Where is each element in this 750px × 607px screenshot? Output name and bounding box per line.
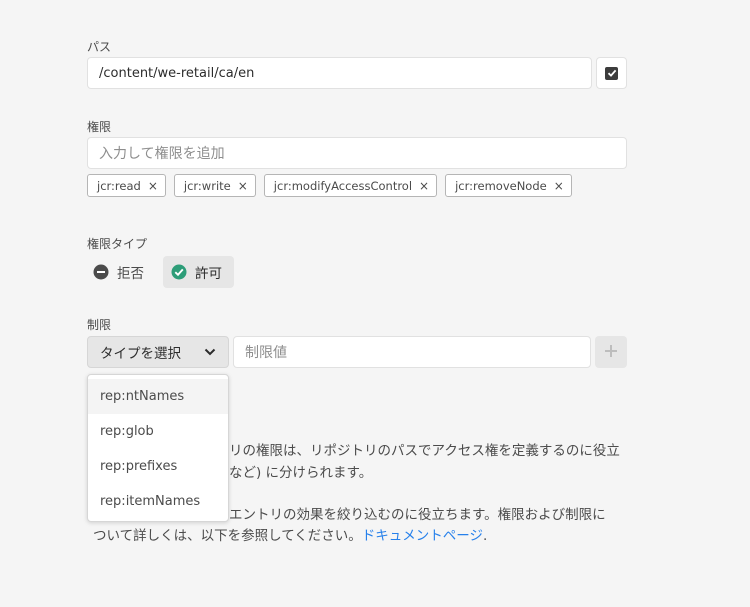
description-line-2: など) に分けられます。 xyxy=(229,465,373,481)
acl-entry-form: パス /content/we-retail/ca/en 権限 入力して権限を追加… xyxy=(0,0,750,607)
description-line-4: ついて詳しくは、以下を参照してください。ドキュメントページ. xyxy=(93,525,487,547)
description-line-3: エントリの効果を絞り込むのに役立ちます。権限および制限に xyxy=(229,507,606,523)
privilege-tag: jcr:removeNode × xyxy=(445,174,572,197)
privileges-placeholder: 入力して権限を追加 xyxy=(99,146,225,162)
privilege-tag: jcr:read × xyxy=(87,174,166,197)
permission-allow-option[interactable]: 許可 xyxy=(163,256,234,288)
remove-tag-icon[interactable]: × xyxy=(148,179,158,193)
allow-label: 許可 xyxy=(195,266,222,282)
privilege-tag-list: jcr:read × jcr:write × jcr:modifyAccessC… xyxy=(87,174,572,197)
path-checkbox-button[interactable] xyxy=(596,57,627,89)
path-value: /content/we-retail/ca/en xyxy=(99,65,255,81)
restrictions-label: 制限 xyxy=(87,318,112,332)
privilege-tag: jcr:write × xyxy=(173,174,256,197)
privileges-input[interactable]: 入力して権限を追加 xyxy=(87,137,627,169)
description-period: . xyxy=(483,528,488,544)
minus-circle-icon xyxy=(93,264,109,280)
permission-type-group: 拒否 許可 xyxy=(87,256,234,288)
description-text: ついて詳しくは、以下を参照してください。 xyxy=(93,528,362,544)
select-label: タイプを選択 xyxy=(100,346,181,362)
restriction-value-placeholder: 制限値 xyxy=(245,345,287,361)
check-circle-icon xyxy=(171,264,187,280)
chevron-down-icon xyxy=(204,344,216,360)
tag-label: jcr:removeNode xyxy=(455,178,547,193)
dropdown-option[interactable]: rep:itemNames xyxy=(88,484,228,519)
privileges-label: 権限 xyxy=(87,120,112,134)
tag-label: jcr:read xyxy=(97,178,141,193)
path-input[interactable]: /content/we-retail/ca/en xyxy=(87,57,592,89)
path-label: パス xyxy=(87,40,112,54)
restriction-type-dropdown: rep:ntNames rep:glob rep:prefixes rep:it… xyxy=(87,374,229,522)
permission-type-label: 権限タイプ xyxy=(87,237,148,251)
tag-label: jcr:write xyxy=(183,178,231,193)
tag-label: jcr:modifyAccessControl xyxy=(273,178,413,193)
restriction-type-select[interactable]: タイプを選択 xyxy=(87,336,229,368)
dropdown-option[interactable]: rep:glob xyxy=(88,414,228,449)
remove-tag-icon[interactable]: × xyxy=(419,179,429,193)
plus-icon xyxy=(604,343,618,362)
remove-tag-icon[interactable]: × xyxy=(238,179,248,193)
dropdown-option[interactable]: rep:ntNames xyxy=(88,379,228,414)
checkbox-checked-icon xyxy=(605,66,618,80)
dropdown-option[interactable]: rep:prefixes xyxy=(88,449,228,484)
restriction-value-input[interactable]: 制限値 xyxy=(233,336,591,368)
documentation-link[interactable]: ドキュメントページ xyxy=(362,528,483,544)
privilege-tag: jcr:modifyAccessControl × xyxy=(263,174,438,197)
add-restriction-button[interactable] xyxy=(595,336,627,368)
remove-tag-icon[interactable]: × xyxy=(554,179,564,193)
description-line-1: リの権限は、リポジトリのパスでアクセス権を定義するのに役立 xyxy=(229,443,620,459)
deny-label: 拒否 xyxy=(117,266,144,282)
permission-deny-option[interactable]: 拒否 xyxy=(87,256,152,288)
